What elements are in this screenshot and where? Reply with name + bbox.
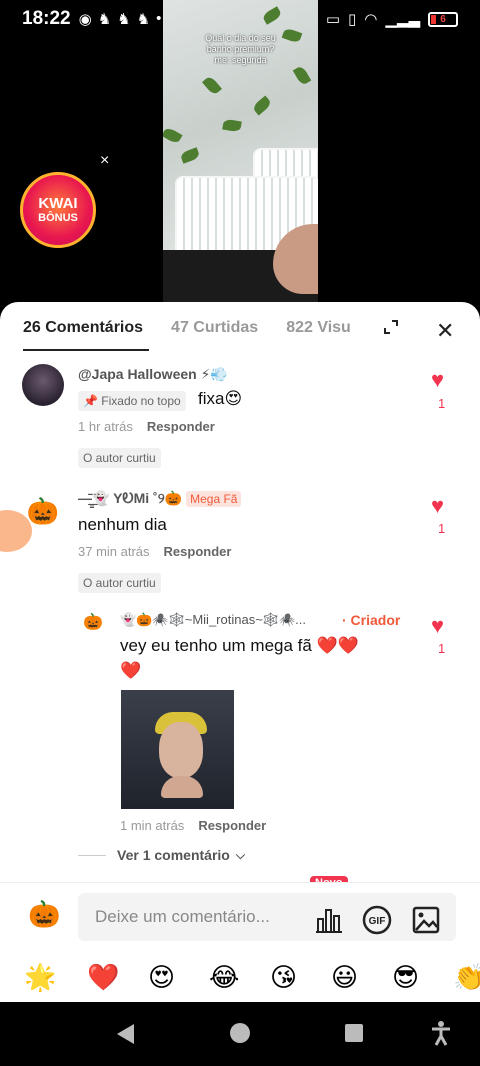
photo-hands [161, 776, 203, 798]
kwai-bonus-button[interactable]: KWAI BÔNUS [20, 172, 96, 248]
emoji-button[interactable]: 😃 [331, 962, 358, 993]
kwai-bonus-subtitle: BÔNUS [38, 211, 78, 224]
cast-icon: ▭ [325, 11, 341, 28]
comment-time: 1 hr atrás [78, 419, 133, 434]
comment-username[interactable]: 👻🎃🕷️🕸️~Mii_rotinas~🕸️🕷️... [120, 612, 306, 628]
user-avatar[interactable]: 🎃 [28, 899, 60, 930]
comment-username[interactable]: —̳͟͞͞👻 YᎧMi ˚୨🎃 Mega Fã [78, 490, 242, 507]
plant-leaf [222, 118, 242, 133]
close-icon[interactable]: ✕ [436, 318, 454, 344]
home-icon[interactable] [229, 1022, 251, 1044]
heart-icon[interactable]: ♥ [431, 369, 444, 391]
like-count: 1 [438, 396, 446, 411]
emoji-button[interactable]: 🌟 [24, 962, 56, 993]
tab-likes[interactable]: 47 Curtidas [171, 319, 258, 337]
photo-face [159, 722, 203, 778]
plant-leaf [202, 75, 222, 96]
snapchat-icon: ♞ [117, 11, 131, 28]
tab-underline [23, 349, 149, 351]
emoji-button[interactable]: 😍 [148, 962, 175, 993]
wifi-icon: ◠ [364, 11, 378, 28]
signal-icon: ▁▂▃ [385, 11, 420, 28]
creator-label: · Criador [342, 612, 401, 628]
comments-sheet: 26 Comentários 47 Curtidas 822 Visu ✕ @J… [0, 302, 480, 1002]
notification-icons: ◉ ♞ ♞ ♞ • [79, 10, 162, 28]
navigation-bar [0, 1002, 480, 1066]
plant-leaf [251, 95, 273, 116]
emoji-button[interactable]: 👏 [453, 962, 480, 993]
emoji-button[interactable]: 😎 [392, 962, 419, 993]
heart-icon[interactable]: ♥ [431, 495, 444, 517]
divider [78, 854, 106, 856]
quick-emoji-row: 🌟 ❤️ 😍 😂 😘 😃 😎 👏 [0, 958, 480, 1002]
back-icon[interactable] [114, 1022, 136, 1046]
pinned-badge: 📌 Fixado no topo [78, 391, 186, 411]
comment-text: vey eu tenho um mega fã ❤️❤️ [120, 636, 359, 655]
messenger-icon: ◉ [78, 11, 92, 28]
plant-leaf [261, 6, 283, 25]
chevron-down-icon: ⌵ [235, 847, 245, 862]
comment-text: nenhum dia [78, 515, 167, 534]
battery-icon: 6 [428, 11, 458, 27]
emoji-button[interactable]: ❤️ [87, 962, 119, 993]
author-liked-badge: O autor curtiu [78, 573, 161, 593]
gif-icon[interactable]: GIF [362, 905, 392, 935]
reply-button[interactable]: Responder [198, 818, 266, 833]
vibrate-icon: ▯ [348, 11, 357, 28]
emoji-button[interactable]: 😘 [270, 962, 297, 993]
view-more-label: Ver 1 comentário [117, 847, 230, 863]
like-count: 1 [438, 641, 446, 656]
image-icon[interactable] [411, 905, 441, 935]
avatar[interactable]: 🎃 [82, 612, 104, 634]
status-time: 18:22 [22, 8, 71, 29]
plant-leaf [292, 64, 312, 87]
tab-comments[interactable]: 26 Comentários [23, 319, 143, 337]
poll-icon[interactable] [314, 905, 344, 935]
comment-username-text: —̳͟͞͞👻 YᎧMi ˚୨🎃 [78, 490, 183, 506]
comment-text-cont: ❤️ [120, 661, 142, 680]
comment-input-bar: 🎃 Deixe um comentário... GIF [0, 882, 480, 952]
comment-text: fixa😍 [198, 389, 243, 408]
comment-input[interactable]: Deixe um comentário... GIF [78, 893, 456, 941]
comment-username[interactable]: @Japa Halloween ⚡💨 [78, 366, 228, 383]
heart-icon[interactable]: ♥ [431, 615, 444, 637]
avatar[interactable] [22, 364, 64, 406]
comment-time: 1 min atrás [120, 818, 185, 833]
accessibility-icon[interactable] [430, 1020, 452, 1046]
dot-icon: • [156, 10, 162, 27]
snapchat-icon: ♞ [97, 11, 112, 28]
tab-bar: 26 Comentários 47 Curtidas 822 Visu ✕ [0, 302, 480, 354]
kwai-bonus-title: KWAI [38, 194, 78, 212]
screen: 18:22 ◉ ♞ ♞ ♞ • ▭ ▯ ◠ ▁▂▃ 6 Qual o dia d… [0, 0, 480, 1066]
system-icons: ▭ ▯ ◠ ▁▂▃ 6 [326, 10, 458, 28]
snapchat-icon: ♞ [136, 11, 151, 28]
emoji-button[interactable]: 😂 [209, 962, 239, 993]
like-count: 1 [438, 521, 446, 536]
plant-leaf [163, 126, 183, 145]
comment-photo[interactable] [121, 690, 234, 809]
video-player[interactable]: Qual o dia do seu banho premium? me: seg… [163, 0, 318, 302]
comment-meta: 37 min atrás Responder [78, 544, 231, 559]
comment-meta: 1 hr atrás Responder [78, 419, 215, 434]
reply-button[interactable]: Responder [164, 544, 232, 559]
mega-fan-badge: Mega Fã [186, 491, 242, 507]
close-icon[interactable]: × [100, 152, 109, 170]
svg-text:GIF: GIF [369, 916, 386, 927]
reply-button[interactable]: Responder [147, 419, 215, 434]
author-liked-badge: O autor curtiu [78, 448, 161, 468]
tab-views[interactable]: 822 Visu [286, 319, 351, 337]
comment-time: 37 min atrás [78, 544, 150, 559]
comment-placeholder: Deixe um comentário... [95, 907, 270, 926]
tab-fade [350, 302, 380, 354]
recents-icon[interactable] [344, 1023, 364, 1043]
plant-leaf [179, 147, 201, 164]
view-more-replies[interactable]: Ver 1 comentário ⌵ [78, 847, 245, 863]
expand-icon[interactable] [384, 320, 398, 334]
comment-meta: 1 min atrás Responder [120, 818, 266, 833]
